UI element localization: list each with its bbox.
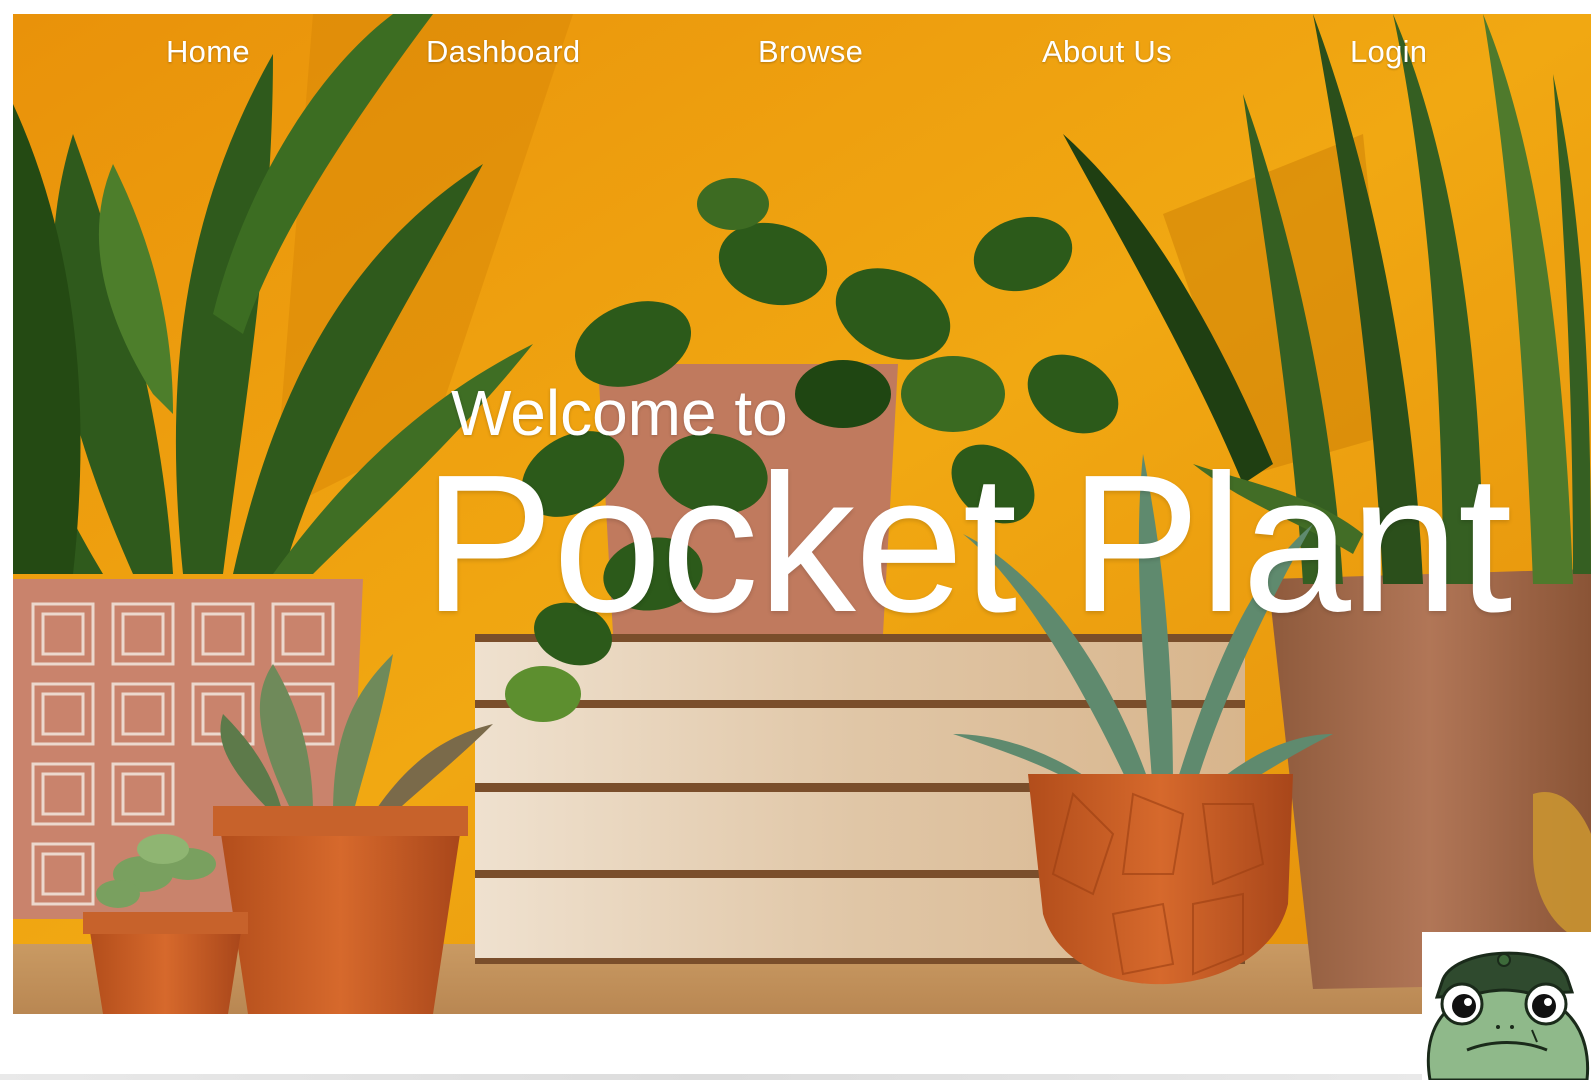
nav-browse-link[interactable]: Browse xyxy=(758,34,863,70)
frog-mascot[interactable] xyxy=(1422,932,1591,1080)
frog-mascot-icon xyxy=(1426,951,1590,1080)
top-navigation: Home Dashboard Browse About Us Login xyxy=(13,14,1591,94)
hero-brand-title: Pocket Plant xyxy=(423,434,1512,653)
page-section-divider xyxy=(0,1074,1422,1080)
hero-banner: Home Dashboard Browse About Us Login Wel… xyxy=(13,14,1591,1014)
nav-dashboard-link[interactable]: Dashboard xyxy=(426,34,580,70)
nav-home-link[interactable]: Home xyxy=(166,34,250,70)
nav-login-link[interactable]: Login xyxy=(1350,34,1427,70)
nav-about-us-link[interactable]: About Us xyxy=(1042,34,1172,70)
